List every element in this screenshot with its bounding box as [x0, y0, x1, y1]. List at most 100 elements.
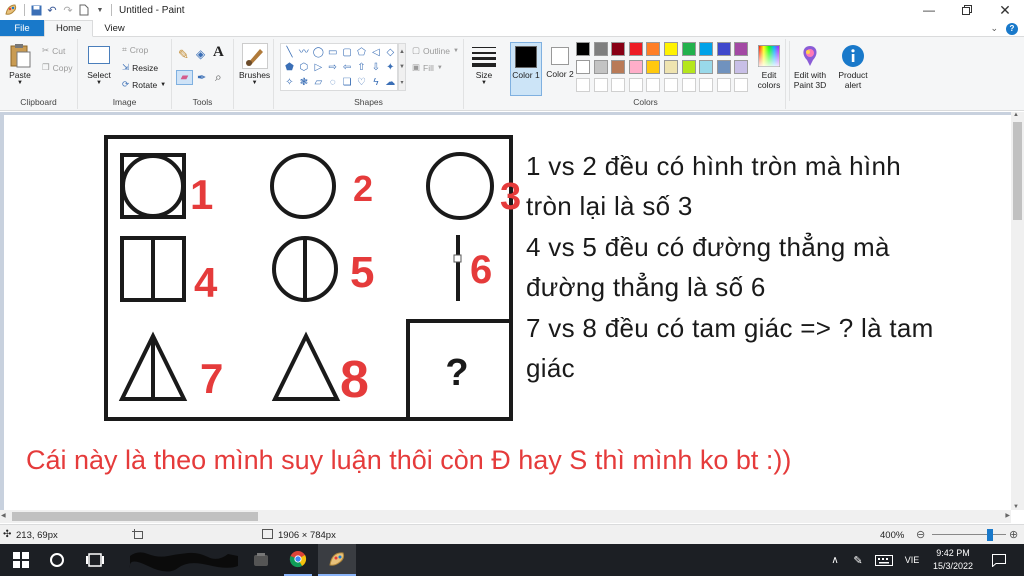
fill-bucket-icon[interactable]: ◈: [196, 47, 205, 61]
undo-icon[interactable]: ↶: [44, 2, 60, 18]
horizontal-scroll-thumb[interactable]: [12, 512, 258, 521]
custom-color-slot[interactable]: [734, 78, 749, 92]
shape-option-icon[interactable]: ⇨: [326, 61, 339, 75]
custom-color-slot[interactable]: [646, 78, 661, 92]
selection-handle[interactable]: [453, 254, 462, 263]
shape-option-icon[interactable]: ♡: [355, 76, 368, 90]
shape-option-icon[interactable]: ▭: [326, 46, 339, 60]
drawing-canvas[interactable]: ? 1 2 3 4 5 6 7 8 1 vs 2 đều có hình trò…: [4, 115, 1011, 510]
taskbar-paint-icon[interactable]: [318, 544, 356, 576]
shape-option-icon[interactable]: ⇩: [369, 61, 382, 75]
palette-color-swatch[interactable]: [664, 42, 678, 56]
edit-with-paint3d-button[interactable]: Edit with Paint 3D: [792, 42, 828, 90]
shape-option-icon[interactable]: ◌: [326, 76, 339, 90]
color2-button[interactable]: Color 2: [544, 42, 576, 96]
clock[interactable]: 9:42 PM 15/3/2022: [930, 547, 976, 573]
palette-color-swatch[interactable]: [646, 42, 661, 56]
shape-option-icon[interactable]: ⬠: [355, 46, 368, 60]
save-icon[interactable]: [28, 2, 44, 18]
eraser-icon[interactable]: ▰: [176, 70, 193, 85]
palette-color-swatch[interactable]: [593, 42, 608, 56]
color1-button[interactable]: Color 1: [510, 42, 542, 96]
custom-color-slot[interactable]: [664, 78, 678, 92]
zoom-in-button[interactable]: ⊕: [1009, 528, 1018, 541]
palette-color-swatch[interactable]: [628, 60, 643, 74]
notification-icon[interactable]: [988, 544, 1010, 576]
copy-button[interactable]: ❐ Copy: [42, 62, 72, 73]
shape-option-icon[interactable]: ❃: [297, 76, 310, 90]
scroll-down-arrow-icon[interactable]: ▼: [1013, 504, 1019, 510]
magnifier-icon[interactable]: ⌕: [215, 70, 222, 85]
zoom-slider[interactable]: ⊖ ⊕: [916, 528, 1020, 542]
shape-option-icon[interactable]: ▢: [341, 46, 354, 60]
scroll-left-arrow-icon[interactable]: ◀: [1, 512, 6, 519]
custom-color-slot[interactable]: [699, 78, 714, 92]
shapes-scroll[interactable]: ▲ ▼ ▾: [398, 43, 406, 91]
shape-option-icon[interactable]: ⇧: [355, 61, 368, 75]
shape-option-icon[interactable]: ◯: [312, 46, 325, 60]
pen-icon[interactable]: ✎: [850, 544, 866, 576]
language-indicator[interactable]: VIE: [900, 544, 924, 576]
close-button[interactable]: ✕: [986, 0, 1024, 20]
paint-app-icon[interactable]: [4, 3, 18, 17]
tab-view[interactable]: View: [93, 20, 135, 36]
color-picker-icon[interactable]: ✒: [197, 71, 206, 84]
rotate-button[interactable]: ⟳ Rotate ▼: [122, 79, 166, 90]
edit-colors-button[interactable]: Edit colors: [752, 42, 786, 90]
palette-color-swatch[interactable]: [716, 60, 731, 74]
tab-home[interactable]: Home: [44, 20, 94, 37]
outline-button[interactable]: ▢ Outline ▼: [412, 45, 459, 56]
shape-option-icon[interactable]: ▷: [312, 61, 325, 75]
custom-color-slot[interactable]: [716, 78, 731, 92]
text-tool-icon[interactable]: A: [213, 44, 224, 61]
tab-file[interactable]: File: [0, 20, 44, 36]
horizontal-scrollbar[interactable]: ◀ ▶: [0, 510, 1011, 523]
shape-option-icon[interactable]: ╲: [283, 46, 296, 60]
help-icon[interactable]: ?: [1006, 22, 1018, 35]
custom-color-slot[interactable]: [593, 78, 608, 92]
search-icon[interactable]: [46, 544, 68, 576]
scroll-right-arrow-icon[interactable]: ▶: [1005, 512, 1010, 519]
size-button[interactable]: Size ▼: [470, 42, 498, 86]
palette-color-swatch[interactable]: [576, 60, 590, 74]
resize-button[interactable]: ⇲ Resize: [122, 62, 158, 73]
palette-color-swatch[interactable]: [611, 60, 626, 74]
shape-option-icon[interactable]: 〰: [297, 46, 310, 60]
customize-arrow-icon[interactable]: ▼: [92, 2, 108, 18]
palette-color-swatch[interactable]: [681, 60, 696, 74]
fill-button[interactable]: ▣ Fill ▼: [412, 62, 443, 73]
palette-color-swatch[interactable]: [734, 42, 749, 56]
collapse-ribbon-icon[interactable]: ⌄: [990, 23, 998, 34]
chevron-up-icon[interactable]: ∧: [828, 544, 842, 576]
paste-button[interactable]: Paste ▼: [6, 42, 34, 86]
new-file-icon[interactable]: [76, 2, 92, 18]
chrome-icon[interactable]: [284, 544, 312, 576]
shape-option-icon[interactable]: ✧: [283, 76, 296, 90]
palette-color-swatch[interactable]: [716, 42, 731, 56]
zoom-slider-thumb[interactable]: [986, 529, 993, 541]
custom-color-slot[interactable]: [628, 78, 643, 92]
palette-color-swatch[interactable]: [646, 60, 661, 74]
maximize-button[interactable]: [948, 0, 986, 20]
redo-icon[interactable]: ↷: [60, 2, 76, 18]
taskbar-app-icon[interactable]: [250, 544, 272, 576]
shape-option-icon[interactable]: ▱: [312, 76, 325, 90]
shape-option-icon[interactable]: ◇: [384, 46, 397, 60]
scroll-up-arrow-icon[interactable]: ▲: [1013, 112, 1019, 118]
custom-color-slot[interactable]: [611, 78, 626, 92]
shape-option-icon[interactable]: ⬟: [283, 61, 296, 75]
shape-option-icon[interactable]: ⇦: [341, 61, 354, 75]
palette-color-swatch[interactable]: [628, 42, 643, 56]
pencil-icon[interactable]: ✎: [178, 47, 189, 63]
shape-option-icon[interactable]: ◁: [369, 46, 382, 60]
palette-color-swatch[interactable]: [734, 60, 749, 74]
zoom-out-button[interactable]: ⊖: [916, 528, 925, 541]
minimize-button[interactable]: —: [910, 0, 948, 20]
custom-color-slot[interactable]: [576, 78, 590, 92]
shape-option-icon[interactable]: ☁: [384, 76, 397, 90]
palette-color-swatch[interactable]: [699, 42, 714, 56]
keyboard-icon[interactable]: [874, 544, 894, 576]
crop-button[interactable]: ⌗ Crop: [122, 44, 148, 55]
shape-option-icon[interactable]: ⬡: [297, 61, 310, 75]
product-alert-button[interactable]: Product alert: [834, 42, 872, 90]
